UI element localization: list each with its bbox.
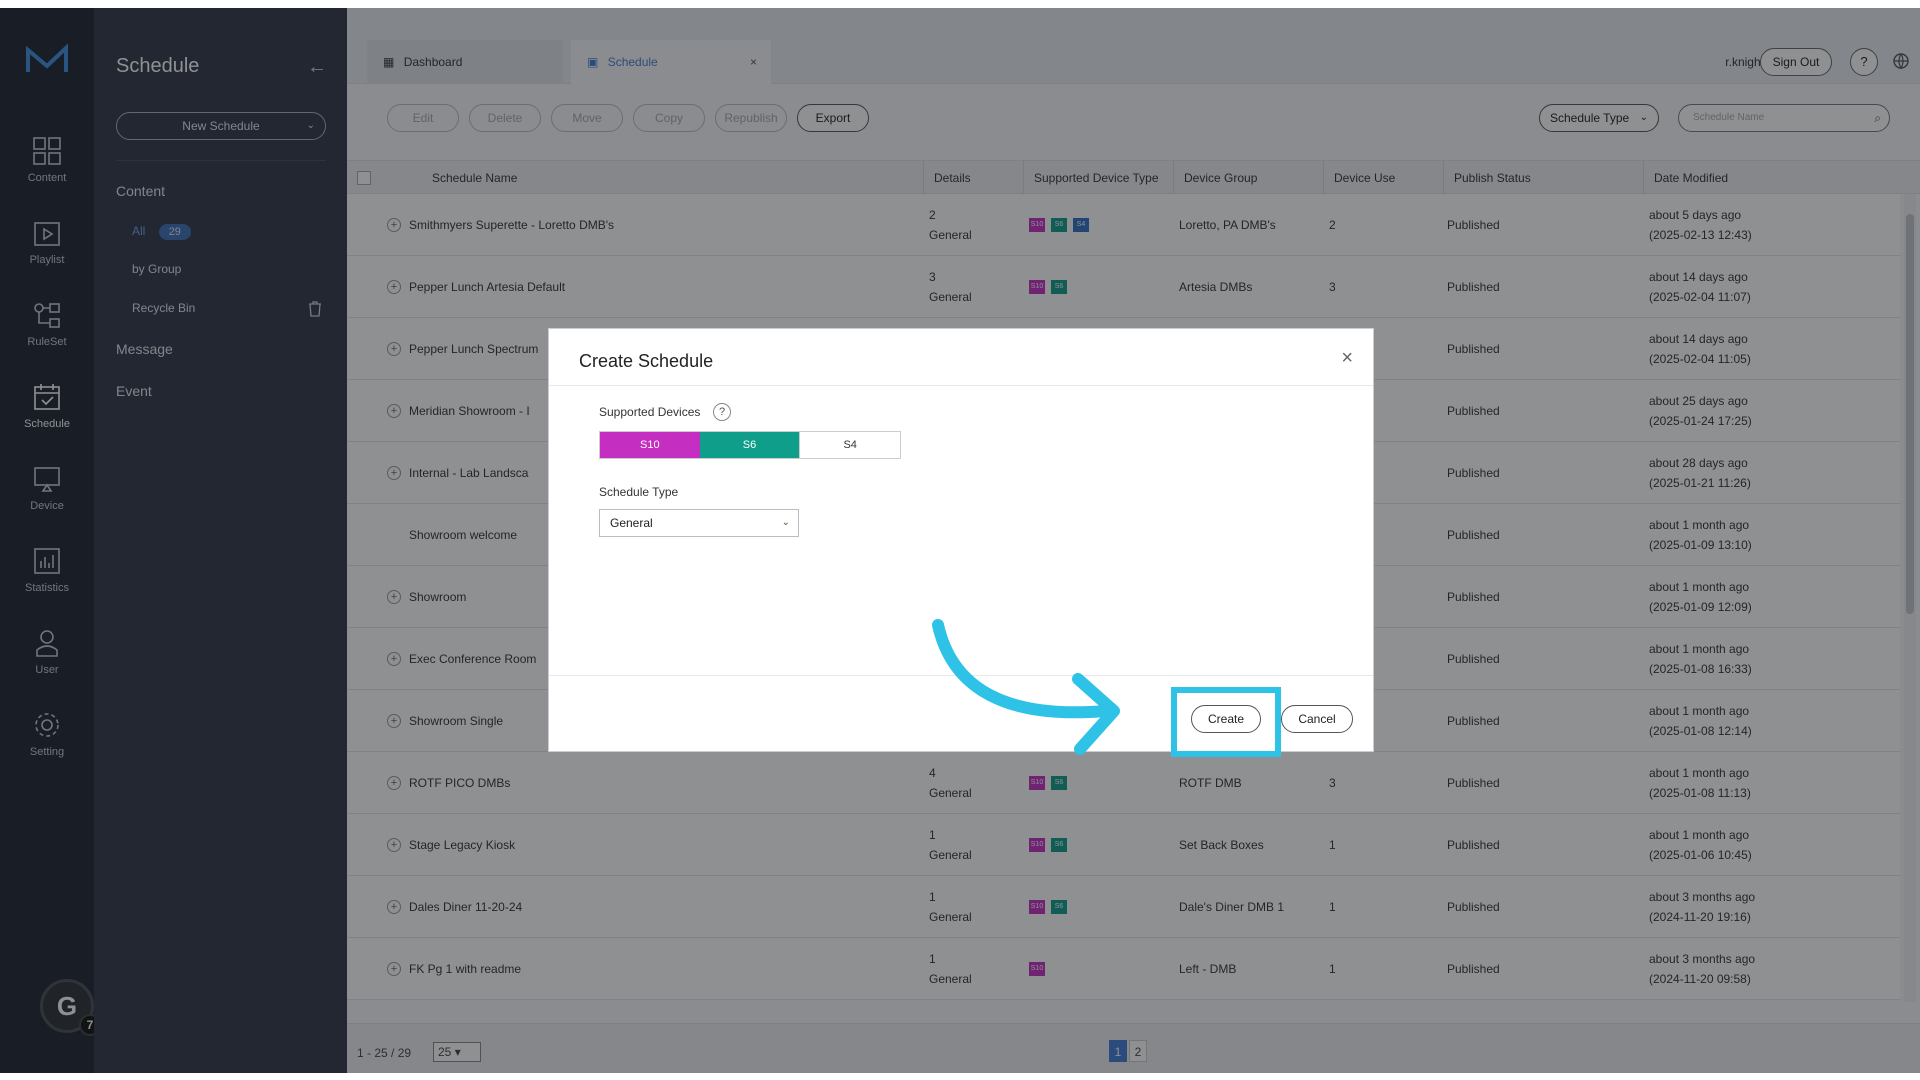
create-button[interactable]: Create [1191, 705, 1261, 733]
schedule-type-select[interactable]: General ⌄ [599, 509, 799, 537]
device-toggle-s6[interactable]: S6 [699, 432, 800, 458]
schedule-type-label: Schedule Type [599, 485, 679, 499]
device-toggle-s4[interactable]: S4 [799, 432, 901, 458]
divider [549, 385, 1373, 386]
dialog-title: Create Schedule [579, 351, 714, 371]
close-icon[interactable]: × [1341, 347, 1353, 370]
device-toggle-s10[interactable]: S10 [600, 432, 700, 458]
help-icon[interactable]: ? [713, 403, 731, 421]
pointer-arrow-icon [932, 619, 1120, 755]
supported-devices-label: Supported Devices [599, 405, 701, 419]
device-segmented-control: S10 S6 S4 [599, 431, 901, 459]
app-window: Content Playlist RuleSet Schedule Device… [0, 8, 1920, 1073]
chevron-down-icon: ⌄ [781, 517, 790, 528]
schedule-type-value: General [610, 516, 653, 530]
cancel-button[interactable]: Cancel [1281, 705, 1353, 733]
